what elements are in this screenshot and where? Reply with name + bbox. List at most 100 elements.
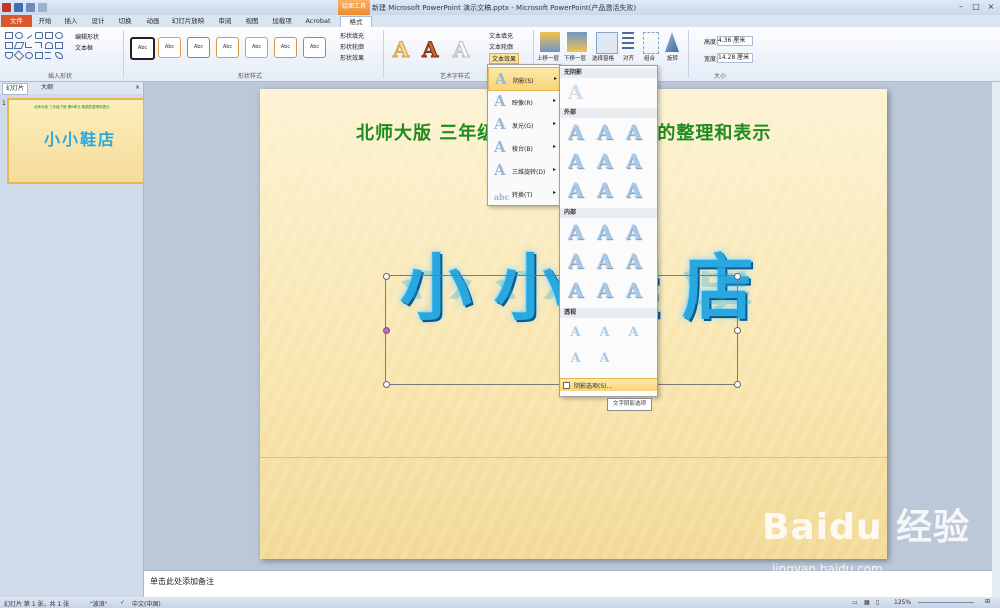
zoom-slider[interactable]	[918, 602, 974, 603]
edit-shape-button[interactable]: 编辑形状	[75, 32, 99, 41]
tab-addins[interactable]: 加载项	[270, 16, 294, 27]
shadow-option-perspective[interactable]: A	[565, 348, 586, 369]
send-backward-icon[interactable]	[567, 32, 587, 52]
tab-acrobat[interactable]: Acrobat	[303, 16, 333, 27]
shape-fill-button[interactable]: 形状填充	[340, 31, 364, 40]
shadow-option-outer[interactable]: A	[623, 151, 644, 172]
shadow-option-inner[interactable]: A	[594, 280, 615, 301]
textbox-button[interactable]: 文本框	[75, 43, 93, 52]
save-icon[interactable]	[14, 3, 23, 12]
shadow-option-outer[interactable]: A	[594, 151, 615, 172]
zoom-level[interactable]: 125%	[894, 599, 911, 606]
wordart-style-orange[interactable]: A	[421, 37, 438, 63]
tab-animations[interactable]: 动画	[144, 16, 162, 27]
tab-slideshow[interactable]: 幻灯片放映	[170, 16, 206, 27]
vertical-scrollbar[interactable]	[992, 82, 1000, 597]
shadow-option-none[interactable]: A	[565, 82, 586, 103]
shape-style-4[interactable]: Abc	[216, 37, 239, 58]
shadow-option-perspective[interactable]: A	[565, 322, 586, 343]
elbow-shape-icon[interactable]	[35, 42, 42, 48]
shape-style-3[interactable]: Abc	[187, 37, 210, 58]
shadow-option-inner[interactable]: A	[623, 222, 644, 243]
text-fill-button[interactable]: 文本填充	[489, 31, 513, 40]
width-input[interactable]: 14.28 厘米	[717, 53, 753, 63]
shape-style-6[interactable]: Abc	[274, 37, 297, 58]
shadow-option-inner[interactable]: A	[565, 222, 586, 243]
shadow-options-button[interactable]: 阴影选项(S)...	[560, 378, 657, 391]
adjust-handle[interactable]	[383, 327, 390, 334]
resize-handle[interactable]	[734, 327, 741, 334]
reading-view-icon[interactable]: ▯	[876, 599, 879, 606]
shadow-option-inner[interactable]: A	[565, 251, 586, 272]
circle-shape-icon[interactable]	[55, 32, 63, 39]
shadow-option-inner[interactable]: A	[623, 251, 644, 272]
undo-icon[interactable]	[26, 3, 35, 12]
rectangle-shape-icon[interactable]	[5, 32, 13, 39]
shape-style-5[interactable]: Abc	[245, 37, 268, 58]
shape-style-7[interactable]: Abc	[303, 37, 326, 58]
redo-icon[interactable]	[38, 3, 47, 12]
menu-item-3d-rotation[interactable]: A 三维旋转(D) ▸	[488, 159, 560, 181]
tab-file[interactable]: 文件	[1, 15, 32, 27]
menu-item-shadow[interactable]: A 阴影(S) ▸	[488, 67, 562, 91]
sorter-view-icon[interactable]: ▦	[864, 599, 870, 606]
wordart-style-gold[interactable]: A	[392, 37, 409, 63]
arc-shape-icon[interactable]	[45, 42, 53, 49]
align-icon[interactable]	[622, 32, 634, 52]
shadow-option-inner[interactable]: A	[623, 280, 644, 301]
shadow-option-outer[interactable]: A	[623, 122, 644, 143]
menu-item-transform[interactable]: abc 转换(T) ▸	[488, 182, 560, 204]
close-panel-icon[interactable]: ×	[132, 83, 143, 93]
tab-slides[interactable]: 幻灯片	[2, 83, 29, 95]
oval-shape-icon[interactable]	[15, 32, 23, 39]
shape-effects-button[interactable]: 形状效果	[340, 53, 364, 62]
close-button[interactable]: ×	[984, 1, 998, 12]
shadow-option-perspective[interactable]: A	[623, 322, 644, 343]
diamond-shape-icon[interactable]	[13, 50, 25, 61]
shadow-option-inner[interactable]: A	[594, 251, 615, 272]
callout-shape-icon[interactable]	[35, 52, 43, 59]
slide-thumbnail[interactable]: 北师大版 三年级下册 第6单元 数据的整理和表示 小小鞋店	[7, 98, 145, 184]
selection-pane-icon[interactable]	[596, 32, 618, 54]
wave-shape-icon[interactable]	[55, 52, 63, 59]
height-input[interactable]: 4.36 厘米	[717, 36, 753, 46]
shadow-option-perspective[interactable]: A	[594, 322, 615, 343]
bring-forward-icon[interactable]	[540, 32, 560, 52]
smile-shape-icon[interactable]	[25, 52, 33, 59]
connector-shape-icon[interactable]	[25, 42, 32, 48]
shadow-option-outer[interactable]: A	[565, 151, 586, 172]
arrow-shape-icon[interactable]	[45, 32, 53, 39]
resize-handle[interactable]	[734, 381, 741, 388]
tab-outline[interactable]: 大纲	[38, 83, 56, 93]
rotate-icon[interactable]	[665, 32, 679, 52]
spellcheck-icon[interactable]: ✓	[120, 599, 125, 606]
shadow-option-outer[interactable]: A	[594, 122, 615, 143]
minimize-button[interactable]: –	[954, 1, 968, 12]
shape-style-1[interactable]: Abc	[130, 37, 155, 60]
shadow-option-outer[interactable]: A	[623, 180, 644, 201]
line-shape-icon[interactable]	[23, 30, 33, 40]
menu-item-glow[interactable]: A 发光(G) ▸	[488, 113, 560, 135]
fit-window-icon[interactable]: ⊞	[985, 598, 990, 605]
wordart-style-white[interactable]: A	[452, 37, 469, 63]
tab-transitions[interactable]: 切换	[116, 16, 134, 27]
shadow-option-outer[interactable]: A	[565, 122, 586, 143]
shadow-option-perspective[interactable]: A	[594, 348, 615, 369]
equal-shape-icon[interactable]	[45, 52, 51, 59]
tab-insert[interactable]: 插入	[62, 16, 80, 27]
rounded-rect-shape-icon[interactable]	[35, 32, 43, 39]
tab-view[interactable]: 视图	[243, 16, 261, 27]
shadow-option-inner[interactable]: A	[565, 280, 586, 301]
group-icon[interactable]	[643, 32, 659, 54]
tab-home[interactable]: 开始	[36, 16, 54, 27]
star-shape-icon[interactable]	[55, 42, 63, 49]
parallelogram-shape-icon[interactable]	[13, 42, 25, 49]
text-effects-button[interactable]: 文本效果	[489, 53, 520, 64]
shape-style-2[interactable]: Abc	[158, 37, 181, 58]
normal-view-icon[interactable]: ▭	[852, 599, 858, 606]
language[interactable]: 中文(中国)	[132, 599, 161, 608]
curve-shape-icon[interactable]	[5, 52, 13, 59]
resize-handle[interactable]	[383, 381, 390, 388]
powerpoint-logo-icon[interactable]	[2, 3, 11, 12]
textbox-shape-icon[interactable]	[5, 42, 13, 49]
